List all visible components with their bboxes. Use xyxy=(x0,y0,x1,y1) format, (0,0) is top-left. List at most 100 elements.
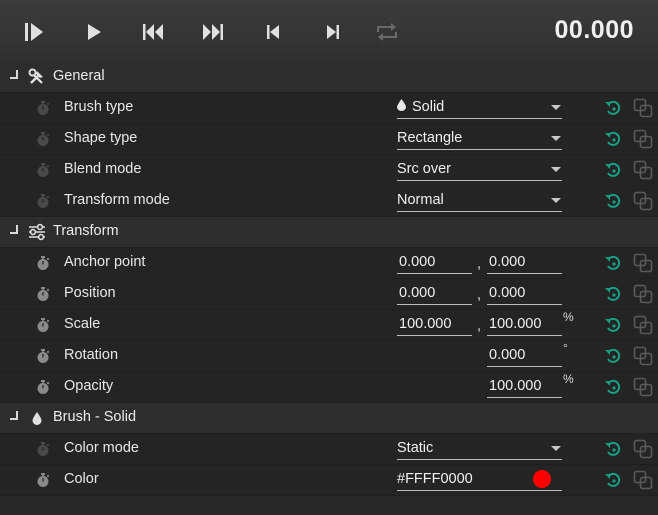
rotation-input[interactable]: 0.000 xyxy=(487,344,562,367)
property-row-color: Color #FFFF0000 xyxy=(0,465,658,496)
chevron-down-icon xyxy=(551,446,561,451)
collapse-icon[interactable] xyxy=(10,70,18,80)
stopwatch-icon[interactable] xyxy=(35,379,51,395)
reset-icon[interactable] xyxy=(603,440,623,458)
transform-mode-dropdown[interactable]: Normal xyxy=(397,189,562,212)
stopwatch-icon[interactable] xyxy=(35,286,51,302)
stopwatch-icon[interactable] xyxy=(35,193,51,209)
reset-icon[interactable] xyxy=(603,99,623,117)
property-label: Color xyxy=(64,471,99,487)
reset-icon[interactable] xyxy=(603,285,623,303)
separator: , xyxy=(477,256,482,272)
property-label: Color mode xyxy=(64,440,139,456)
anchor-point-y-input[interactable]: 0.000 xyxy=(487,251,562,274)
link-icon[interactable] xyxy=(633,346,653,366)
color-input[interactable]: #FFFF0000 xyxy=(397,468,562,491)
reset-icon[interactable] xyxy=(603,130,623,148)
blend-mode-dropdown[interactable]: Src over xyxy=(397,158,562,181)
property-row-opacity: Opacity 100.000 % xyxy=(0,372,658,403)
property-row-rotation: Rotation 0.000 ° xyxy=(0,341,658,372)
property-row-anchor-point: Anchor point 0.000 , 0.000 xyxy=(0,248,658,279)
sliders-icon xyxy=(29,223,45,241)
tools-icon xyxy=(28,68,43,84)
property-label: Transform mode xyxy=(64,192,170,208)
link-icon[interactable] xyxy=(633,377,653,397)
brush-type-dropdown[interactable]: Solid xyxy=(397,96,562,119)
dropdown-value: Rectangle xyxy=(397,130,463,146)
collapse-icon[interactable] xyxy=(10,411,18,421)
stopwatch-icon[interactable] xyxy=(35,348,51,364)
property-label: Scale xyxy=(64,316,101,332)
loop-icon xyxy=(377,23,397,41)
skip-forward-button[interactable] xyxy=(200,20,226,44)
property-label: Brush type xyxy=(64,99,134,115)
reset-icon[interactable] xyxy=(603,378,623,396)
reset-icon[interactable] xyxy=(603,161,623,179)
stopwatch-icon[interactable] xyxy=(35,100,51,116)
opacity-input[interactable]: 100.000 xyxy=(487,375,562,398)
skip-forward-icon xyxy=(203,24,223,40)
scale-x-input[interactable]: 100.000 xyxy=(397,313,472,336)
skip-back-icon xyxy=(143,24,163,40)
section-transform[interactable]: Transform xyxy=(0,217,658,248)
loop-button[interactable] xyxy=(374,20,400,44)
reset-icon[interactable] xyxy=(603,347,623,365)
position-y-input[interactable]: 0.000 xyxy=(487,282,562,305)
property-label: Anchor point xyxy=(64,254,146,270)
step-back-icon xyxy=(267,25,279,39)
dropdown-value: Solid xyxy=(412,99,445,115)
play-button[interactable] xyxy=(81,20,107,44)
property-row-color-mode: Color mode Static xyxy=(0,434,658,465)
chevron-down-icon xyxy=(551,136,561,141)
reset-icon[interactable] xyxy=(603,316,623,334)
unit-label: % xyxy=(563,372,574,386)
property-label: Position xyxy=(64,285,116,301)
property-label: Shape type xyxy=(64,130,138,146)
collapse-icon[interactable] xyxy=(10,225,18,235)
color-swatch[interactable] xyxy=(533,470,551,488)
skip-back-button[interactable] xyxy=(140,20,166,44)
property-row-scale: Scale 100.000 , 100.000 % xyxy=(0,310,658,341)
link-icon[interactable] xyxy=(633,284,653,304)
step-back-button[interactable] xyxy=(260,20,286,44)
stopwatch-icon[interactable] xyxy=(35,472,51,488)
shape-type-dropdown[interactable]: Rectangle xyxy=(397,127,562,150)
link-icon[interactable] xyxy=(633,470,653,490)
play-icon xyxy=(88,24,101,40)
dropdown-value: Src over xyxy=(397,161,451,177)
position-x-input[interactable]: 0.000 xyxy=(397,282,472,305)
stopwatch-icon[interactable] xyxy=(35,317,51,333)
link-icon[interactable] xyxy=(633,129,653,149)
reset-icon[interactable] xyxy=(603,192,623,210)
section-title: General xyxy=(53,68,105,84)
reset-icon[interactable] xyxy=(603,471,623,489)
link-icon[interactable] xyxy=(633,439,653,459)
droplet-icon xyxy=(32,412,42,425)
play-from-start-button[interactable] xyxy=(21,20,47,44)
play-from-start-icon xyxy=(25,23,43,41)
step-forward-button[interactable] xyxy=(320,20,346,44)
chevron-down-icon xyxy=(551,167,561,172)
property-row-transform-mode: Transform mode Normal xyxy=(0,186,658,217)
section-brush-solid[interactable]: Brush - Solid xyxy=(0,403,658,434)
link-icon[interactable] xyxy=(633,160,653,180)
playback-toolbar: 00.000 xyxy=(0,0,658,63)
stopwatch-icon[interactable] xyxy=(35,255,51,271)
section-general[interactable]: General xyxy=(0,62,658,93)
scale-y-input[interactable]: 100.000 xyxy=(487,313,562,336)
unit-label: % xyxy=(563,310,574,324)
link-icon[interactable] xyxy=(633,98,653,118)
stopwatch-icon[interactable] xyxy=(35,162,51,178)
anchor-point-x-input[interactable]: 0.000 xyxy=(397,251,472,274)
stopwatch-icon[interactable] xyxy=(35,441,51,457)
link-icon[interactable] xyxy=(633,253,653,273)
link-icon[interactable] xyxy=(633,315,653,335)
step-forward-icon xyxy=(327,25,339,39)
stopwatch-icon[interactable] xyxy=(35,131,51,147)
color-mode-dropdown[interactable]: Static xyxy=(397,437,562,460)
separator: , xyxy=(477,287,482,303)
section-title: Transform xyxy=(53,223,119,239)
section-title: Brush - Solid xyxy=(53,409,137,425)
reset-icon[interactable] xyxy=(603,254,623,272)
link-icon[interactable] xyxy=(633,191,653,211)
